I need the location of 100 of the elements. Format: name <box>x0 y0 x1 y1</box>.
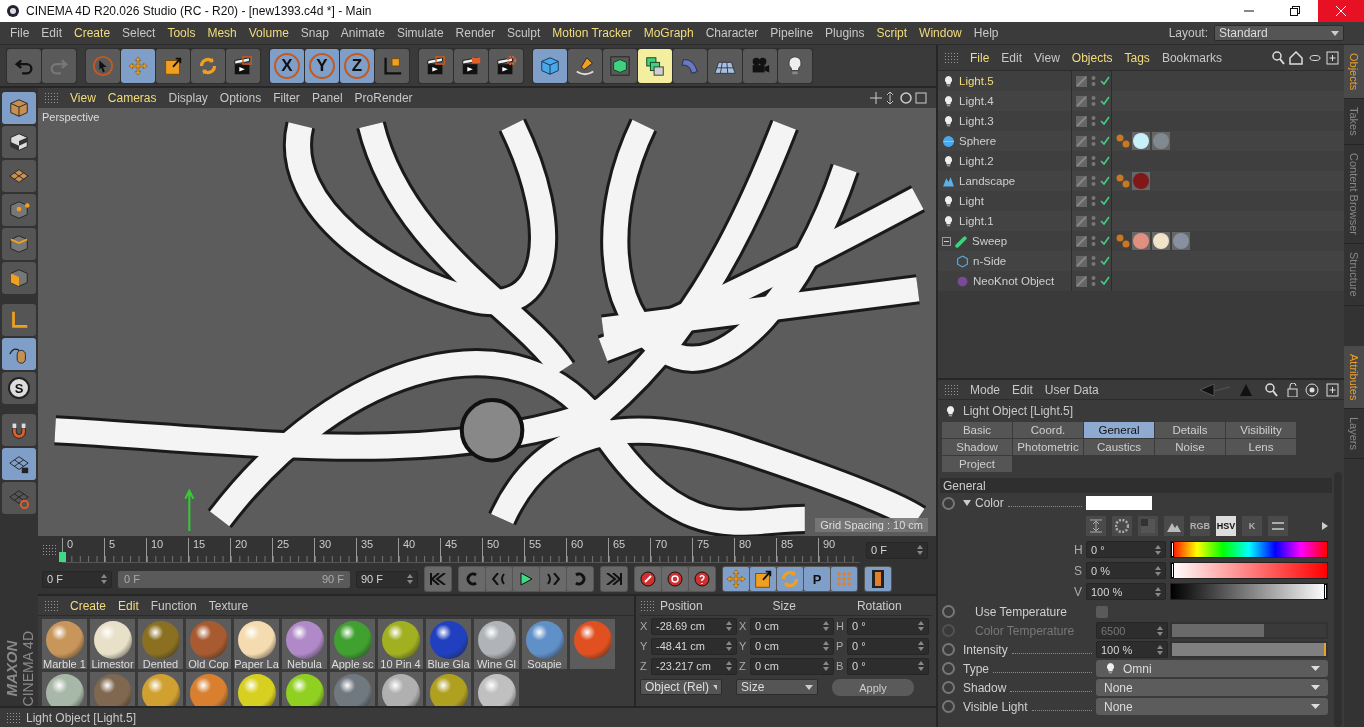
attribute-tab[interactable]: Caustics <box>1084 439 1154 455</box>
coordinate-mode-dropdown[interactable]: Object (Rel) <box>640 679 722 695</box>
menu-item[interactable]: Cameras <box>101 91 163 105</box>
tool-button[interactable] <box>156 48 190 83</box>
color-channel-bar[interactable] <box>1170 562 1328 579</box>
menu-item[interactable]: Tools <box>161 26 202 40</box>
spinner-arrows-icon[interactable] <box>726 641 732 651</box>
menu-item[interactable]: Animate <box>334 26 391 40</box>
parameter-dropdown[interactable]: None <box>1096 698 1328 715</box>
color-channel-bar[interactable] <box>1170 583 1328 600</box>
menu-item[interactable]: Filter <box>267 91 306 105</box>
object-name[interactable]: Light.4 <box>959 95 994 107</box>
side-tab[interactable]: Objects <box>1344 45 1364 100</box>
tool-button[interactable] <box>226 48 260 83</box>
spinner-arrows-icon[interactable] <box>1157 644 1163 655</box>
key-scale-button[interactable] <box>750 567 776 591</box>
parameter-dropdown[interactable]: Omni <box>1096 660 1328 677</box>
mode-button[interactable] <box>2 338 36 370</box>
menu-item[interactable]: Script <box>870 26 914 40</box>
menu-item[interactable]: Function <box>144 598 203 613</box>
menu-item[interactable]: Bookmarks <box>1155 50 1228 65</box>
color-swatch[interactable] <box>1086 496 1152 510</box>
spinner-arrows-icon[interactable] <box>1155 544 1161 555</box>
menu-item[interactable]: View <box>1028 50 1066 65</box>
attribute-tab[interactable]: Noise <box>1155 439 1225 455</box>
animation-radio[interactable] <box>942 662 955 675</box>
material-thumbnail[interactable]: Nebula <box>282 619 327 669</box>
spinner-arrows-icon[interactable] <box>1155 565 1161 576</box>
object-name[interactable]: Landscape <box>959 175 1016 187</box>
spinner-arrows-icon[interactable] <box>823 621 829 631</box>
size-mode-dropdown[interactable]: Size <box>736 679 818 695</box>
current-frame-field[interactable]: 0 F <box>866 541 928 559</box>
next-key-button[interactable] <box>567 567 593 591</box>
color-channel-bar[interactable] <box>1170 541 1328 558</box>
menu-item[interactable]: Edit <box>995 50 1029 65</box>
mode-button[interactable] <box>2 194 36 226</box>
menu-item[interactable]: Edit <box>1006 382 1039 397</box>
color-mode-button[interactable] <box>1112 516 1132 536</box>
size-field[interactable]: 0 cm <box>750 657 834 675</box>
tool-button[interactable] <box>778 48 812 83</box>
axis-lock-button[interactable]: Y <box>305 48 339 83</box>
menu-item[interactable]: Create <box>68 26 117 40</box>
tool-button[interactable] <box>603 48 637 83</box>
mode-button[interactable] <box>2 448 36 480</box>
menu-item[interactable]: Pipeline <box>764 26 820 40</box>
material-thumbnail[interactable]: Limestor <box>90 619 135 669</box>
position-field[interactable]: -48.41 cm <box>651 637 737 655</box>
animation-radio[interactable] <box>942 681 955 694</box>
menu-item[interactable]: Volume <box>242 26 295 40</box>
menu-item[interactable]: File <box>4 26 36 40</box>
spinner-arrows-icon[interactable] <box>918 641 924 651</box>
material-thumbnail[interactable] <box>570 619 615 669</box>
material-tag-icon[interactable] <box>1152 232 1170 250</box>
play-button[interactable] <box>513 567 539 591</box>
start-frame-field[interactable]: 0 F <box>42 570 112 588</box>
menu-item[interactable]: Options <box>213 91 268 105</box>
phong-tag-icon[interactable] <box>1116 133 1130 149</box>
attribute-tab[interactable]: Details <box>1155 422 1225 438</box>
color-mode-button[interactable]: RGB <box>1190 516 1210 536</box>
go-to-end-button[interactable] <box>601 567 627 591</box>
spinner-arrows-icon[interactable] <box>1157 625 1163 636</box>
size-field[interactable]: 0 cm <box>750 637 834 655</box>
axis-lock-button[interactable]: X <box>270 48 304 83</box>
spinner-arrows-icon[interactable] <box>918 661 924 671</box>
menu-item[interactable]: MoGraph <box>637 26 700 40</box>
value-field[interactable]: 100 % <box>1096 641 1168 658</box>
menu-item[interactable]: Sculpt <box>500 26 547 40</box>
next-frame-button[interactable] <box>540 567 566 591</box>
material-thumbnail[interactable]: Blue Gla <box>426 619 471 669</box>
channel-field[interactable]: 0 % <box>1086 562 1166 579</box>
attribute-tab[interactable]: Lens <box>1226 439 1296 455</box>
mode-button[interactable] <box>2 160 36 192</box>
collapse-toggle-icon[interactable] <box>942 236 951 246</box>
color-mode-button[interactable] <box>1138 516 1158 536</box>
menu-item[interactable]: Panel <box>305 91 349 105</box>
object-name[interactable]: NeoKnot Object <box>973 275 1055 287</box>
mode-button[interactable] <box>2 228 36 260</box>
object-name[interactable]: Light.1 <box>959 215 994 227</box>
tool-button[interactable] <box>454 48 488 83</box>
slider-thumb[interactable] <box>1171 563 1174 578</box>
playhead[interactable] <box>59 551 66 562</box>
tool-button[interactable] <box>419 48 453 83</box>
attribute-tab[interactable]: Visibility <box>1226 422 1296 438</box>
tool-button[interactable] <box>708 48 742 83</box>
color-mode-button[interactable] <box>1268 516 1288 536</box>
menu-item[interactable]: Render <box>449 26 501 40</box>
menu-item[interactable]: File <box>964 50 996 65</box>
menu-item[interactable]: Edit <box>112 598 145 613</box>
attribute-tab[interactable]: Shadow <box>942 439 1012 455</box>
material-thumbnail[interactable]: Apple sc <box>330 619 375 669</box>
spinner-arrows-icon[interactable] <box>407 574 413 584</box>
slider-thumb[interactable] <box>1171 542 1174 557</box>
object-name[interactable]: n-Side <box>973 255 1007 267</box>
mode-button[interactable] <box>2 414 36 446</box>
end-frame-field[interactable]: 90 F <box>356 570 418 588</box>
menu-item[interactable]: Edit <box>35 26 69 40</box>
phong-tag-icon[interactable] <box>1116 173 1130 189</box>
menu-item[interactable]: User Data <box>1038 382 1105 397</box>
object-name[interactable]: Light.2 <box>959 155 994 167</box>
spinner-arrows-icon[interactable] <box>823 661 829 671</box>
